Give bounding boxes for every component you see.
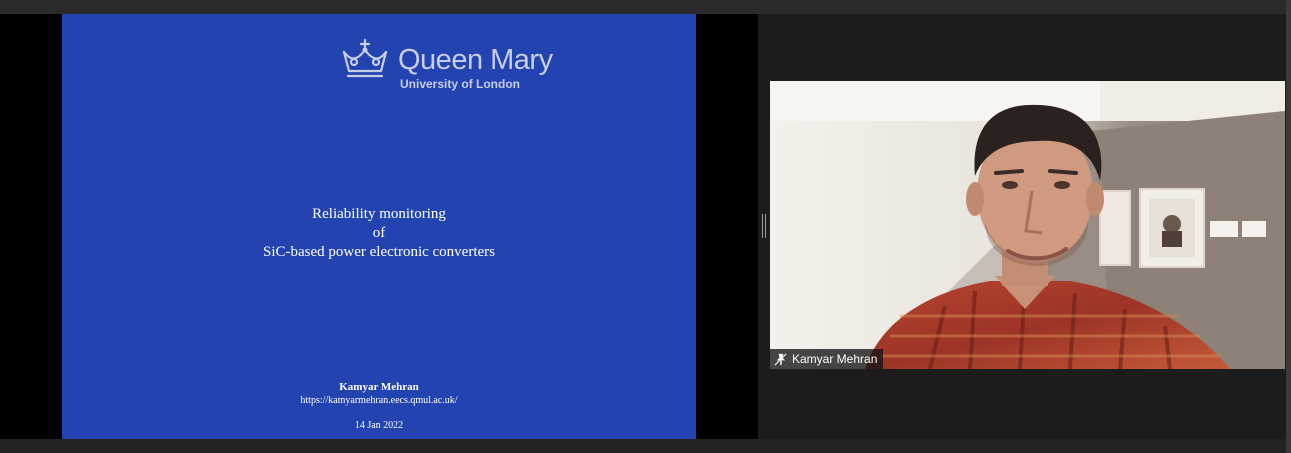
logo-name: Queen Mary [398,44,553,76]
title-line-1: Reliability monitoring [312,206,446,222]
pin-icon [774,353,787,365]
presentation-slide: Queen Mary University of London Reliabil… [62,14,696,439]
author-url: https://kamyarmehran.eecs.qmul.ac.uk/ [300,395,458,406]
slide-author-block: Kamyar Mehran https://kamyarmehran.eecs.… [62,380,696,433]
window-bottom-bar [0,439,1291,453]
video-frame-image [770,81,1285,369]
participant-name-tag: Kamyar Mehran [770,349,884,369]
presentation-date: 14 Jan 2022 [354,420,404,431]
author-name: Kamyar Mehran [339,381,419,393]
participant-video[interactable]: Kamyar Mehran [770,81,1285,369]
participant-name: Kamyar Mehran [792,352,878,366]
crown-icon [342,38,388,78]
view-splitter-handle[interactable] [762,214,766,238]
window-top-bar [0,0,1291,14]
window-right-edge [1286,0,1291,453]
slide-title: Reliability monitoring of SiC-based powe… [62,205,696,262]
title-line-3: SiC-based power electronic converters [263,244,495,260]
queen-mary-logo: Queen Mary University of London [340,38,553,94]
logo-subtitle: University of London [400,77,520,91]
title-line-2: of [372,225,386,241]
